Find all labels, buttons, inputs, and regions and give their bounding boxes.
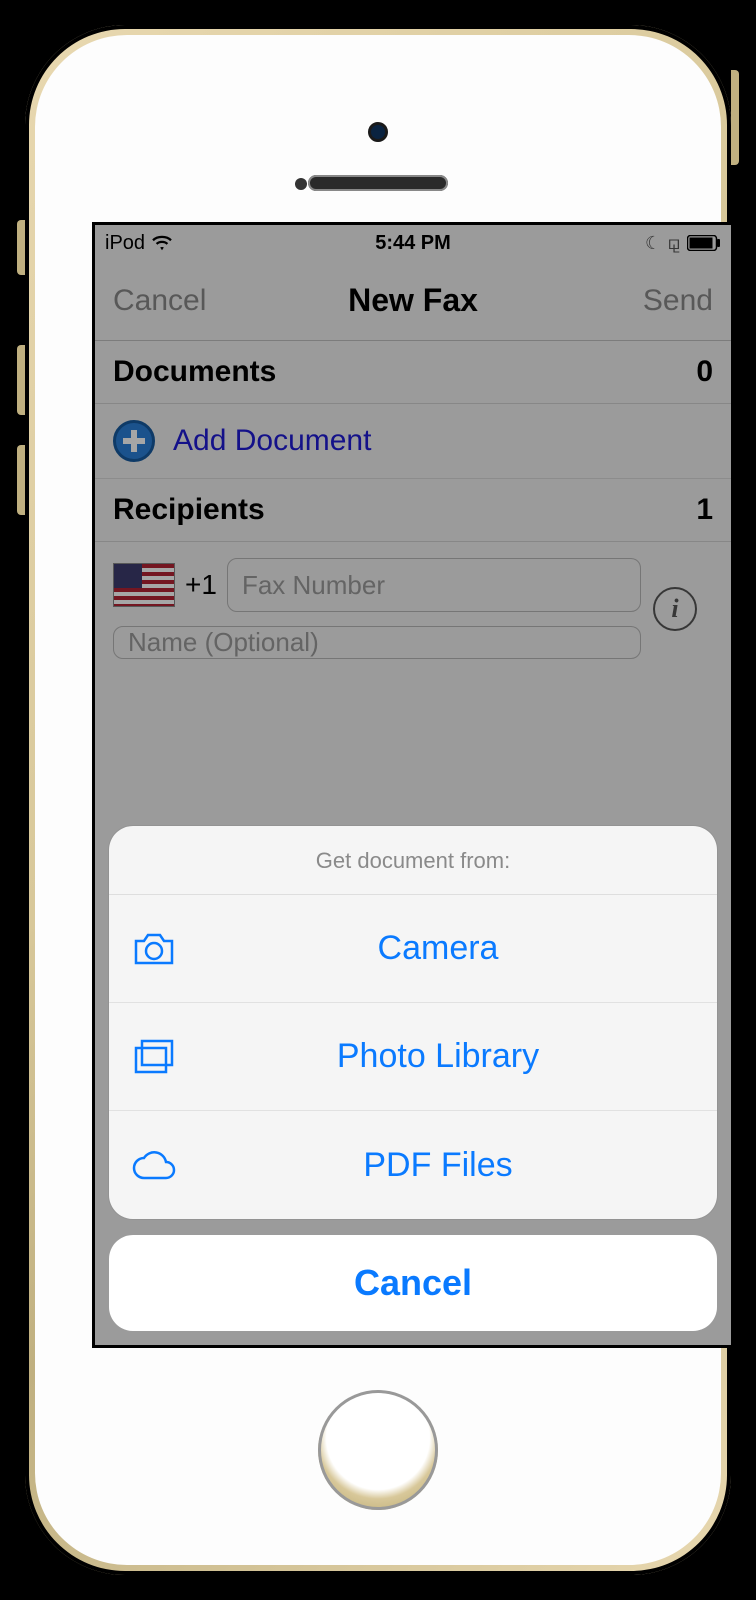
app-screen: iPod 5:44 PM ☾ ⚼ [95,225,731,1345]
cloud-icon [109,1148,199,1182]
page-title: New Fax [95,282,731,319]
recipient-row: +1 Fax Number Name (Optional) i [95,542,731,679]
country-flag-us[interactable] [113,563,175,607]
cancel-label: Cancel [354,1262,472,1304]
sheet-option-pdf-files[interactable]: PDF Files [109,1111,717,1219]
sheet-option-photo-library[interactable]: Photo Library [109,1003,717,1111]
dial-code: +1 [185,569,217,601]
photo-library-icon [109,1038,199,1076]
documents-header-label: Documents [113,355,276,389]
sheet-option-camera[interactable]: Camera [109,895,717,1003]
nav-bar: Cancel New Fax Send [95,261,731,341]
sheet-option-label: PDF Files [199,1146,677,1185]
recipients-count: 1 [696,493,713,527]
action-sheet: Get document from: Camera [109,826,717,1331]
recipient-name-input[interactable]: Name (Optional) [113,626,641,659]
sheet-option-label: Photo Library [199,1037,677,1076]
plus-icon [113,420,155,462]
status-bar: iPod 5:44 PM ☾ ⚼ [95,225,731,261]
add-document-label: Add Document [173,424,371,458]
fax-number-input[interactable]: Fax Number [227,558,641,612]
clock: 5:44 PM [95,232,731,255]
documents-count: 0 [696,355,713,389]
sheet-option-label: Camera [199,929,677,968]
camera-icon [109,931,199,967]
recipients-header-label: Recipients [113,493,265,527]
home-button[interactable] [318,1390,438,1510]
info-icon[interactable]: i [653,587,697,631]
recipients-header: Recipients 1 [95,479,731,542]
action-sheet-cancel-button[interactable]: Cancel [109,1235,717,1331]
action-sheet-title: Get document from: [109,826,717,895]
add-document-row[interactable]: Add Document [95,404,731,479]
documents-header: Documents 0 [95,341,731,404]
